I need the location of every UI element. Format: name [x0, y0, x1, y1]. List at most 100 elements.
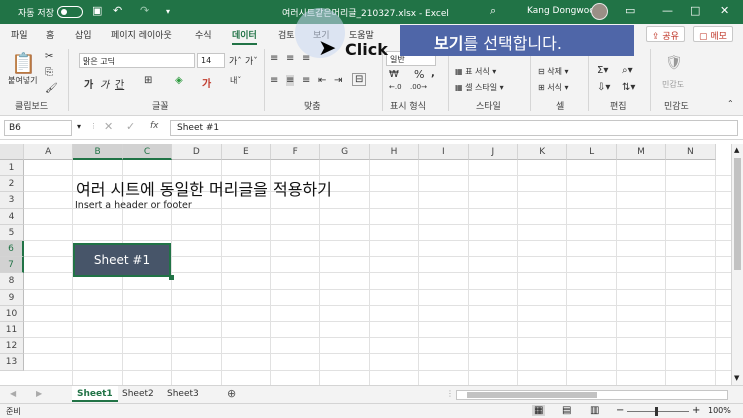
collapse-ribbon-icon[interactable]: ⌃	[727, 99, 734, 108]
column-header-a[interactable]: A	[24, 144, 74, 160]
row-header-13[interactable]: 13	[0, 354, 24, 371]
column-header-f[interactable]: F	[271, 144, 321, 160]
row-header-7[interactable]: 7	[0, 257, 24, 274]
tab-file[interactable]: 파일	[11, 28, 28, 41]
sort-icon[interactable]: ⇅▾	[622, 82, 635, 93]
scroll-up-icon[interactable]: ▲	[734, 146, 739, 154]
vertical-scrollbar[interactable]: ▲ ▼	[731, 144, 743, 385]
row-header-12[interactable]: 12	[0, 338, 24, 355]
column-header-h[interactable]: H	[369, 144, 420, 160]
redo-icon[interactable]: ↷	[140, 4, 149, 17]
close-icon[interactable]: ✕	[720, 4, 729, 17]
scroll-down-icon[interactable]: ▼	[734, 374, 739, 382]
column-header-j[interactable]: J	[468, 144, 518, 160]
prev-sheet-icon[interactable]: ◀	[10, 389, 16, 398]
next-sheet-icon[interactable]: ▶	[36, 389, 42, 398]
paste-label[interactable]: 붙여넣기	[8, 75, 37, 86]
row-header-4[interactable]: 4	[0, 208, 24, 225]
align-middle-icon[interactable]: ≡	[286, 53, 294, 64]
fill-icon[interactable]: ⇩▾	[597, 82, 610, 93]
row-header-3[interactable]: 3	[0, 192, 24, 209]
cut-icon[interactable]: ✂	[45, 51, 53, 62]
tab-formulas[interactable]: 수식	[195, 28, 212, 41]
drag-handle-icon[interactable]: ⋮	[90, 122, 97, 130]
zoom-level[interactable]: 100%	[708, 406, 731, 415]
underline-icon[interactable]: 간	[115, 76, 124, 91]
sensitivity-icon[interactable]: 🛡	[665, 55, 683, 71]
column-header-k[interactable]: K	[518, 144, 568, 160]
select-all-corner[interactable]	[0, 144, 24, 160]
enter-icon[interactable]: ✓	[126, 120, 135, 133]
find-icon[interactable]: ⌕▾	[622, 65, 633, 76]
shrink-font-icon[interactable]: 가ˇ	[245, 54, 258, 67]
page-layout-view-icon[interactable]: ▤	[562, 405, 571, 416]
decrease-indent-icon[interactable]: ⇤	[318, 75, 326, 86]
undo-icon[interactable]: ↶	[113, 4, 122, 17]
column-header-m[interactable]: M	[616, 144, 667, 160]
worksheet-grid[interactable]: ABCDEFGHIJKLMN 1 2 3 4 5 6 7 8 9 10 11 12 13 여러 시트에 …	[0, 144, 743, 385]
row-header-8[interactable]: 8	[0, 273, 24, 290]
add-sheet-icon[interactable]: ⊕	[227, 387, 236, 400]
share-button[interactable]: ⇪ 공유	[646, 26, 685, 42]
cell-styles[interactable]: ▦ 셀 스타일 ▾	[455, 82, 504, 93]
tab-review[interactable]: 검토	[278, 28, 295, 41]
row-header-5[interactable]: 5	[0, 224, 24, 241]
tab-home[interactable]: 홈	[46, 28, 54, 41]
column-header-n[interactable]: N	[666, 144, 716, 160]
minimize-icon[interactable]: —	[662, 4, 673, 17]
column-header-l[interactable]: L	[567, 144, 617, 160]
row-header-6[interactable]: 6	[0, 241, 24, 258]
column-header-e[interactable]: E	[221, 144, 271, 160]
avatar[interactable]	[591, 3, 608, 20]
paste-icon[interactable]: 📋	[11, 51, 36, 75]
fill-handle[interactable]	[169, 275, 174, 280]
tab-page-layout[interactable]: 페이지 레이아웃	[111, 28, 172, 41]
zoom-slider-thumb[interactable]	[655, 407, 658, 416]
sensitivity-label[interactable]: 민감도	[662, 79, 684, 90]
grow-font-icon[interactable]: 가ˆ	[229, 54, 242, 67]
font-name-select[interactable]: 맑은 고딕	[79, 53, 195, 68]
cancel-icon[interactable]: ✕	[104, 120, 113, 133]
font-size-select[interactable]: 14	[197, 53, 225, 68]
delete-cells[interactable]: ⊟ 삭제 ▾	[538, 66, 569, 77]
align-left-icon[interactable]: ≡	[270, 75, 278, 86]
page-break-view-icon[interactable]: ▥	[590, 405, 599, 416]
increase-decimal-icon[interactable]: ←.0	[389, 83, 402, 91]
zoom-slider[interactable]	[627, 411, 689, 412]
tab-split-handle[interactable]: ⋮	[446, 389, 454, 398]
column-header-i[interactable]: I	[419, 144, 469, 160]
column-header-d[interactable]: D	[172, 144, 222, 160]
sheet-tab-1[interactable]: Sheet1	[72, 386, 118, 402]
increase-indent-icon[interactable]: ⇥	[334, 75, 342, 86]
accounting-icon[interactable]: ₩	[389, 69, 399, 80]
align-top-icon[interactable]: ≡	[270, 53, 278, 64]
align-right-icon[interactable]: ≡	[302, 75, 310, 86]
row-header-9[interactable]: 9	[0, 289, 24, 306]
tab-insert[interactable]: 삽입	[75, 28, 92, 41]
row-header-2[interactable]: 2	[0, 176, 24, 193]
decrease-decimal-icon[interactable]: .00→	[410, 83, 427, 91]
format-as-table[interactable]: ▦ 표 서식 ▾	[455, 66, 496, 77]
memo-button[interactable]: ▢ 메모	[693, 26, 733, 42]
scroll-thumb[interactable]	[734, 158, 741, 270]
insert-function-icon[interactable]: fx	[150, 121, 159, 131]
normal-view-icon[interactable]: ▦	[532, 405, 546, 416]
percent-icon[interactable]: %	[414, 68, 424, 81]
border-icon[interactable]: ⊞	[144, 75, 152, 86]
sheet-tab-2[interactable]: Sheet2	[117, 386, 159, 402]
save-icon[interactable]: ▣	[92, 4, 102, 17]
zoom-in-icon[interactable]: +	[692, 405, 700, 416]
phonetic-icon[interactable]: 내ˇ	[230, 75, 241, 86]
formula-input[interactable]: Sheet #1	[170, 120, 738, 136]
row-header-10[interactable]: 10	[0, 305, 24, 322]
maximize-icon[interactable]: □	[690, 4, 700, 17]
row-header-1[interactable]: 1	[0, 160, 24, 177]
copy-icon[interactable]: ⎘	[45, 67, 53, 78]
column-header-g[interactable]: G	[320, 144, 370, 160]
zoom-out-icon[interactable]: −	[616, 405, 624, 416]
name-box-dropdown-icon[interactable]: ▾	[77, 122, 81, 131]
tab-data[interactable]: 데이터	[232, 28, 257, 45]
italic-icon[interactable]: 가	[100, 76, 109, 91]
align-center-icon[interactable]: ≡	[286, 75, 295, 86]
sheet-heading[interactable]: 여러 시트에 동일한 머리글을 적용하기	[76, 176, 332, 200]
